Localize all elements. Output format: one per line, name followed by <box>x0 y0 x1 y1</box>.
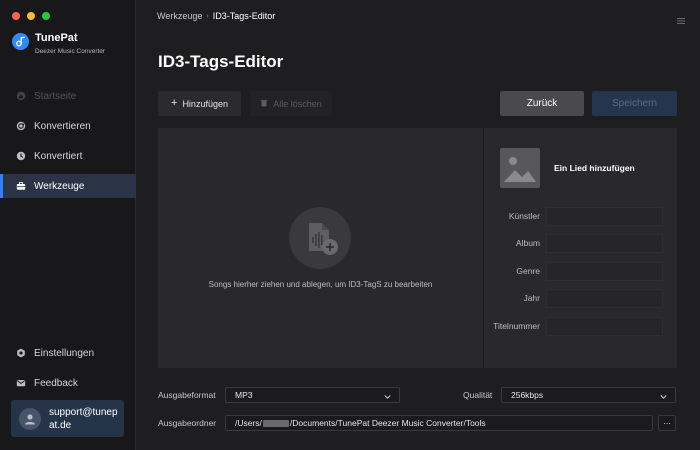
sidebar-item-label: Konvertiert <box>34 150 83 162</box>
add-button[interactable]: + Hinzufügen <box>158 91 241 116</box>
sidebar: TunePat Deezer Music Converter Startseit… <box>0 0 136 450</box>
app-window: TunePat Deezer Music Converter Startseit… <box>0 0 700 450</box>
field-artist: Künstler <box>484 206 677 226</box>
quality-value: 256kbps <box>511 390 544 400</box>
year-input[interactable] <box>546 288 663 308</box>
add-button-label: Hinzufügen <box>182 98 228 109</box>
sidebar-bottom-nav: Einstellungen Feedback <box>0 341 136 395</box>
output-folder-field[interactable]: /Users/ /Documents/TunePat Deezer Music … <box>225 415 653 431</box>
sidebar-item-label: Startseite <box>34 90 77 102</box>
zoom-window-button[interactable] <box>42 12 50 20</box>
output-format-value: MP3 <box>235 390 253 400</box>
breadcrumb-parent[interactable]: Werkzeuge <box>157 11 202 21</box>
artist-input[interactable] <box>546 206 663 226</box>
close-window-button[interactable] <box>12 12 20 20</box>
sidebar-item-label: Einstellungen <box>34 347 95 359</box>
main-content: Werkzeuge › ID3-Tags-Editor ID3-Tags-Edi… <box>137 0 700 450</box>
browse-folder-button[interactable]: ... <box>658 415 676 431</box>
album-input[interactable] <box>546 233 663 253</box>
quality-label: Qualität <box>463 390 493 400</box>
sidebar-item-konvertieren[interactable]: Konvertieren <box>0 114 136 138</box>
clear-all-label: Alle löschen <box>273 98 322 109</box>
sidebar-item-konvertiert[interactable]: Konvertiert <box>0 144 136 168</box>
app-name: TunePat <box>35 32 78 44</box>
sidebar-item-label: Werkzeuge <box>34 180 85 192</box>
account-button[interactable]: support@tunepat.de <box>11 400 124 437</box>
field-album: Album <box>484 233 677 253</box>
genre-input[interactable] <box>546 261 663 281</box>
chevron-down-icon <box>660 392 667 402</box>
account-email: support@tunepat.de <box>49 406 118 431</box>
editor-panel: Songs hierher ziehen und ablegen, um ID3… <box>158 128 677 368</box>
breadcrumb-current: ID3-Tags-Editor <box>212 11 276 21</box>
sidebar-item-label: Konvertieren <box>34 120 91 132</box>
add-audio-file-icon <box>289 207 351 269</box>
output-folder-prefix: /Users/ <box>235 418 262 428</box>
drop-hint: Songs hierher ziehen und ablegen, um ID3… <box>208 280 433 289</box>
field-label: Titelnummer <box>493 321 540 331</box>
convert-icon <box>16 121 26 131</box>
clock-icon <box>16 151 26 161</box>
breadcrumb-separator: › <box>206 12 209 20</box>
avatar <box>19 407 41 430</box>
chevron-down-icon <box>384 392 391 402</box>
save-button[interactable]: Speichern <box>592 91 677 116</box>
cover-art-image-icon[interactable] <box>500 148 540 188</box>
brand: TunePat Deezer Music Converter <box>12 32 105 56</box>
sidebar-item-werkzeuge[interactable]: Werkzeuge <box>0 174 136 198</box>
page-title: ID3-Tags-Editor <box>158 52 284 71</box>
sidebar-nav: Startseite Konvertieren Konvertiert Werk… <box>0 84 136 198</box>
tag-editor: Ein Lied hinzufügen Künstler Album Genre… <box>484 128 677 368</box>
tunepat-logo-icon <box>12 33 29 50</box>
output-folder-suffix: /Documents/TunePat Deezer Music Converte… <box>289 418 486 428</box>
back-button[interactable]: Zurück <box>500 91 584 116</box>
add-song-link[interactable]: Ein Lied hinzufügen <box>554 163 635 173</box>
clear-all-button[interactable]: Alle löschen <box>250 91 332 116</box>
field-genre: Genre <box>484 261 677 281</box>
menu-icon[interactable] <box>677 12 685 24</box>
sidebar-item-feedback[interactable]: Feedback <box>0 371 136 395</box>
sidebar-item-label: Feedback <box>34 377 78 389</box>
redacted-username <box>262 419 289 427</box>
minimize-window-button[interactable] <box>27 12 35 20</box>
drop-zone[interactable]: Songs hierher ziehen und ablegen, um ID3… <box>158 128 483 368</box>
field-label: Genre <box>516 266 540 276</box>
output-format-select[interactable]: MP3 <box>225 387 400 403</box>
user-icon <box>25 413 35 424</box>
field-year: Jahr <box>484 288 677 308</box>
field-track-number: Titelnummer <box>484 316 677 336</box>
app-subtitle: Deezer Music Converter <box>35 48 106 55</box>
mail-icon <box>16 378 26 388</box>
track-number-input[interactable] <box>546 316 663 336</box>
field-label: Künstler <box>508 211 540 221</box>
output-format-label: Ausgabeformat <box>158 390 216 400</box>
field-label: Album <box>515 238 540 248</box>
field-label: Jahr <box>523 293 540 303</box>
window-controls <box>12 12 50 20</box>
gear-icon <box>16 348 26 358</box>
sidebar-item-einstellungen[interactable]: Einstellungen <box>0 341 136 365</box>
output-folder-label: Ausgabeordner <box>158 418 217 428</box>
home-icon <box>16 91 26 101</box>
sidebar-item-startseite[interactable]: Startseite <box>0 84 136 108</box>
breadcrumb: Werkzeuge › ID3-Tags-Editor <box>157 11 275 21</box>
trash-icon <box>260 99 268 109</box>
quality-select[interactable]: 256kbps <box>501 387 676 403</box>
toolbox-icon <box>16 181 26 191</box>
plus-icon: + <box>171 97 178 109</box>
